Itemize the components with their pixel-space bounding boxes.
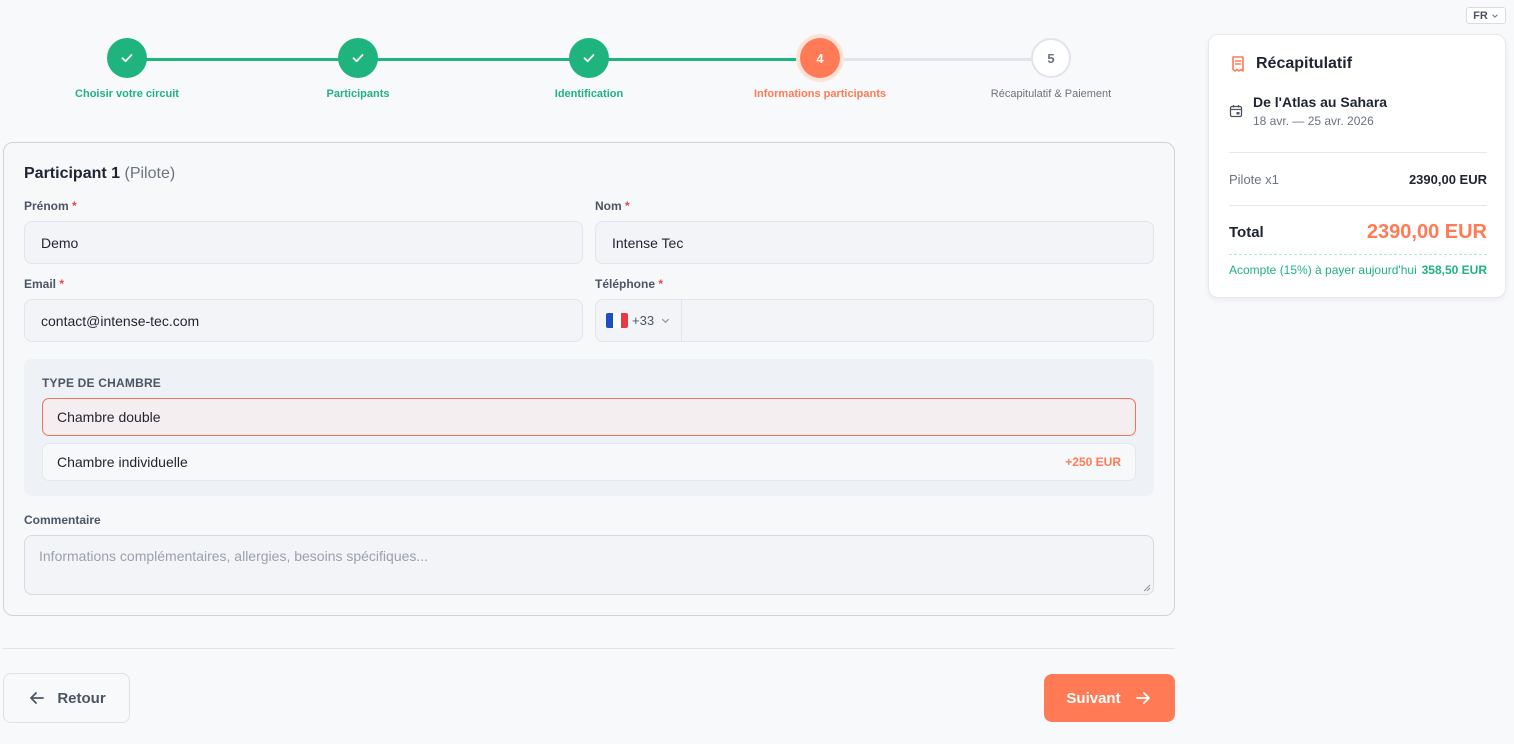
summary-line-item: Pilote x1 2390,00 EUR bbox=[1229, 172, 1487, 187]
summary-total: Total 2390,00 EUR bbox=[1229, 221, 1487, 244]
room-option-double[interactable]: Chambre double bbox=[42, 398, 1136, 436]
phone-label: Téléphone * bbox=[595, 277, 663, 291]
step-5-label: Récapitulatif & Paiement bbox=[990, 88, 1112, 100]
room-type-section: TYPE DE CHAMBRE Chambre double Chambre i… bbox=[24, 359, 1154, 496]
calendar-icon bbox=[1229, 105, 1243, 118]
step-5-circle: 5 bbox=[1031, 38, 1071, 78]
required-mark: * bbox=[59, 277, 65, 291]
summary-header: Récapitulatif bbox=[1229, 55, 1352, 73]
step-4-label: Informations participants bbox=[753, 88, 887, 100]
room-option-label: Chambre individuelle bbox=[57, 454, 188, 470]
check-icon bbox=[121, 54, 133, 63]
france-flag-icon bbox=[606, 313, 628, 328]
summary-title: Récapitulatif bbox=[1256, 55, 1353, 72]
check-icon bbox=[583, 54, 595, 63]
country-code: +33 bbox=[632, 313, 655, 328]
room-option-single[interactable]: Chambre individuelle +250 EUR bbox=[42, 443, 1136, 481]
language-code: FR bbox=[1473, 9, 1488, 22]
chevron-down-icon bbox=[1492, 13, 1498, 18]
step-3[interactable]: Identification bbox=[469, 38, 709, 100]
participant-title: Participant 1 (Pilote) bbox=[24, 165, 175, 183]
step-2[interactable]: Participants bbox=[238, 38, 478, 100]
deposit-value: 358,50 EUR bbox=[1421, 263, 1487, 277]
phone-label-text: Téléphone bbox=[595, 277, 656, 291]
last-name-input[interactable]: Intense Tec bbox=[595, 221, 1154, 264]
required-mark: * bbox=[72, 199, 77, 213]
receipt-icon bbox=[1232, 56, 1244, 72]
language-selector[interactable]: FR bbox=[1466, 7, 1506, 24]
total-value: 2390,00 EUR bbox=[1366, 221, 1487, 243]
summary-card: Récapitulatif De l'Atlas au Sahara 18 av… bbox=[1208, 34, 1506, 298]
email-input[interactable]: contact@intense-tec.com bbox=[24, 299, 583, 342]
comment-placeholder: Informations complémentaires, allergies,… bbox=[39, 548, 429, 564]
last-name-label: Nom * bbox=[595, 199, 630, 213]
room-option-price: +250 EUR bbox=[1065, 455, 1121, 469]
next-button[interactable]: Suivant bbox=[1044, 674, 1175, 722]
line-item-value: 2390,00 EUR bbox=[1408, 172, 1487, 187]
step-3-circle bbox=[569, 38, 609, 78]
line-item-label: Pilote x1 bbox=[1229, 172, 1279, 187]
summary-deposit: Acompte (15%) à payer aujourd'hui 358,50… bbox=[1229, 263, 1487, 277]
deposit-divider bbox=[1229, 254, 1487, 255]
comment-textarea[interactable]: Informations complémentaires, allergies,… bbox=[24, 535, 1154, 595]
participant-role: (Pilote) bbox=[124, 165, 176, 182]
first-name-input[interactable]: Demo bbox=[24, 221, 583, 264]
email-label: Email * bbox=[24, 277, 64, 291]
required-mark: * bbox=[658, 277, 664, 291]
step-4: 4 Informations participants bbox=[700, 38, 940, 100]
trip-name: De l'Atlas au Sahara bbox=[1253, 94, 1388, 110]
step-2-label: Participants bbox=[326, 88, 390, 100]
room-type-title: TYPE DE CHAMBRE bbox=[42, 376, 162, 390]
step-4-circle: 4 bbox=[800, 38, 840, 78]
progress-stepper: Choisir votre circuit Participants Ident… bbox=[0, 38, 1180, 108]
participant-card: Participant 1 (Pilote) Prénom * Demo Nom… bbox=[3, 142, 1175, 616]
resize-handle-icon[interactable] bbox=[1142, 583, 1151, 592]
footer-divider bbox=[3, 648, 1175, 649]
arrow-left-icon bbox=[30, 692, 45, 704]
comment-label: Commentaire bbox=[24, 513, 101, 527]
step-2-circle bbox=[338, 38, 378, 78]
summary-divider bbox=[1229, 205, 1487, 206]
next-button-label: Suivant bbox=[1066, 689, 1121, 707]
summary-divider bbox=[1229, 152, 1487, 153]
chevron-down-icon bbox=[661, 318, 670, 324]
back-button-label: Retour bbox=[57, 689, 106, 707]
phone-input[interactable] bbox=[683, 300, 1153, 341]
arrow-right-icon bbox=[1135, 692, 1150, 704]
step-5: 5 Récapitulatif & Paiement bbox=[931, 38, 1171, 100]
back-button[interactable]: Retour bbox=[3, 673, 130, 723]
participant-number: Participant 1 bbox=[24, 165, 121, 182]
deposit-label: Acompte (15%) à payer aujourd'hui bbox=[1229, 263, 1417, 277]
total-label: Total bbox=[1229, 224, 1264, 241]
phone-field: +33 bbox=[595, 299, 1154, 342]
step-1-label: Choisir votre circuit bbox=[75, 88, 179, 100]
country-code-select[interactable]: +33 bbox=[596, 300, 682, 341]
room-option-label: Chambre double bbox=[57, 409, 161, 425]
first-name-label: Prénom * bbox=[24, 199, 77, 213]
step-1[interactable]: Choisir votre circuit bbox=[7, 38, 247, 100]
email-label-text: Email bbox=[24, 277, 57, 291]
step-3-label: Identification bbox=[554, 88, 624, 100]
step-1-circle bbox=[107, 38, 147, 78]
first-name-label-text: Prénom bbox=[24, 199, 69, 213]
required-mark: * bbox=[625, 199, 630, 213]
check-icon bbox=[352, 54, 364, 63]
trip-info: De l'Atlas au Sahara 18 avr. — 25 avr. 2… bbox=[1229, 94, 1387, 128]
trip-dates: 18 avr. — 25 avr. 2026 bbox=[1253, 114, 1374, 128]
last-name-label-text: Nom bbox=[595, 199, 622, 213]
